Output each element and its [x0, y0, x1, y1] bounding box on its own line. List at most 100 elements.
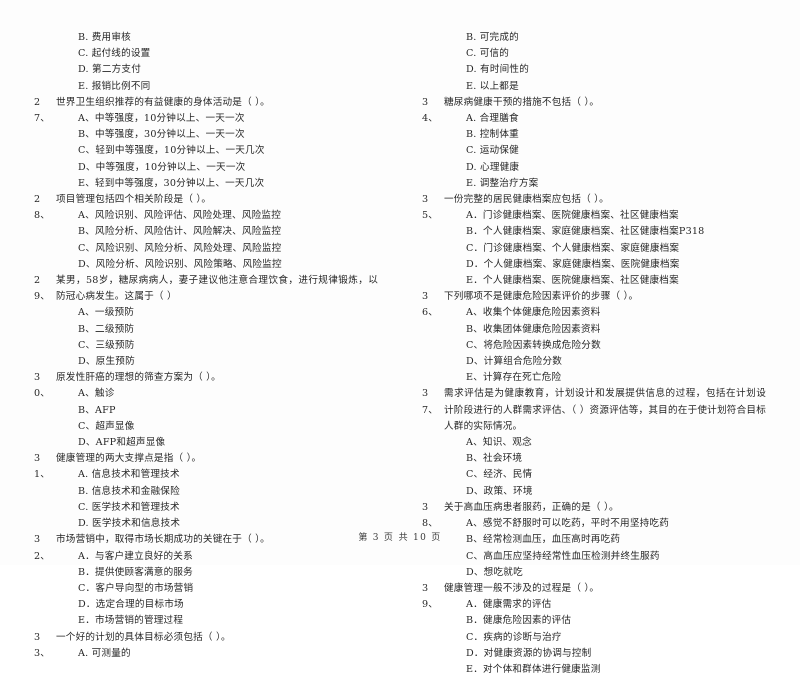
question-number: 39、 — [422, 582, 439, 611]
question-number: 35、 — [422, 194, 439, 222]
option-line: D、想吃就吃 — [466, 566, 523, 578]
option-line: C．疾病的诊断与治疗 — [466, 631, 562, 643]
option-line: C、超声显像 — [78, 420, 135, 432]
option-line: B. 控制体重 — [466, 129, 519, 141]
question-28: 28、 项目管理包括四个相关阶段是（ ）。 A、风险识别、风险评估、风险处理、风险… — [34, 192, 378, 273]
option-line: B. 可完成的 — [466, 32, 519, 43]
option-line: C．门诊健康档案、个人健康档案、家庭健康档案 — [466, 242, 680, 254]
question-text: 一个好的计划的具体目标必须包括（ ）。 — [56, 631, 231, 643]
option-line: C、经济、民情 — [466, 469, 533, 481]
question-number: 38、 — [422, 501, 439, 530]
option-line: B、社会环境 — [466, 453, 523, 465]
question-stem: 34、 糖尿病健康干预的措施不包括（ ）。 — [422, 95, 766, 124]
option-line: D. 第二方支付 — [78, 64, 142, 76]
option-line: C、风险识别、风险分析、风险处理、风险监控 — [78, 242, 282, 254]
option-line: C. 可信的 — [466, 48, 510, 60]
question-stem: 27、 世界卫生组织推荐的有益健康的身体活动是（ ）。 — [34, 95, 378, 124]
page-footer: 第3页 共 10 页 — [0, 530, 800, 543]
option-line: A．与客户建立良好的关系 — [78, 550, 193, 562]
question-31: 31、 健康管理的两大支撑点是指（ ）。 A. 信息技术和管理技术 B. 信息技术… — [34, 451, 378, 532]
question-29: 29、 某男，58岁，糖尿病病人，妻子建议他注意合理饮食，进行规律锻炼，以防冠心病… — [34, 273, 378, 370]
option-line: D、政策、环境 — [466, 485, 533, 497]
question-number: 30、 — [34, 372, 51, 400]
option-line: C. 起付线的设置 — [78, 48, 151, 60]
option-line: A. 信息技术和管理技术 — [78, 469, 180, 481]
question-number: 33、 — [34, 631, 51, 659]
question-36: 36、 下列哪项不是健康危险因素评价的步骤（ ）。 A、收集个体健康危险因素资料 … — [422, 289, 766, 386]
question-27: 27、 世界卫生组织推荐的有益健康的身体活动是（ ）。 A、中等强度，10分钟以上… — [34, 95, 378, 192]
footer-prefix: 第 — [358, 533, 369, 543]
question-35: 35、 一份完整的居民健康档案应包括（ ）。 A．门诊健康档案、医院健康档案、社区… — [422, 192, 766, 289]
option-line: B．个人健康档案、家庭健康档案、社区健康档案P318 — [466, 226, 705, 238]
option-line: B、中等强度，30分钟以上、一天一次 — [78, 129, 245, 141]
option-line: B. 信息技术和金融保险 — [78, 485, 180, 497]
option-line: A. 可测量的 — [78, 647, 131, 659]
option-line: A、风险识别、风险评估、风险处理、风险监控 — [78, 210, 282, 222]
right-continued-options: B. 可完成的 C. 可信的 D. 有时间性的 E. 以上都是 — [422, 30, 766, 95]
question-text: 下列哪项不是健康危险因素评价的步骤（ ）。 — [444, 291, 639, 303]
option-line: C、将危险因素转换成危险分数 — [466, 339, 601, 351]
question-stem: 33、 一个好的计划的具体目标必须包括（ ）。 — [34, 630, 378, 659]
right-column: B. 可完成的 C. 可信的 D. 有时间性的 E. 以上都是 34、 糖尿病健康… — [400, 30, 766, 675]
question-stem: 37、 需求评估是为健康教育，计划设计和发展提供信息的过程，包括在计划设计阶段进行… — [422, 386, 766, 435]
option-line: C. 运动保健 — [466, 145, 519, 157]
option-line: D. 有时间性的 — [466, 64, 530, 76]
option-line: A、收集个体健康危险因素资料 — [466, 307, 601, 319]
option-line: B、收集团体健康危险因素资料 — [466, 323, 601, 335]
option-line: C、高血压应坚持经常性血压检测并终生服药 — [466, 550, 660, 562]
option-line: D、风险分析、风险识别、风险策略、风险监控 — [78, 258, 282, 270]
question-34: 34、 糖尿病健康干预的措施不包括（ ）。 A. 合理膳食 B. 控制体重 C. … — [422, 95, 766, 192]
option-line: D、中等强度，10分钟以上、一天一次 — [78, 161, 246, 173]
option-line: E、轻到中等强度，30分钟以上、一天几次 — [78, 177, 265, 189]
option-line: C. 医学技术和管理技术 — [78, 501, 180, 513]
option-line: A．健康需求的评估 — [466, 599, 552, 611]
option-line: A、触诊 — [78, 388, 115, 400]
option-line: D．对健康资源的协调与控制 — [466, 647, 592, 659]
question-stem: 31、 健康管理的两大支撑点是指（ ）。 — [34, 451, 378, 480]
question-stem: 35、 一份完整的居民健康档案应包括（ ）。 — [422, 192, 766, 221]
question-stem: 29、 某男，58岁，糖尿病病人，妻子建议他注意合理饮食，进行规律锻炼，以防冠心病… — [34, 273, 378, 305]
footer-total-pages: 10 — [412, 533, 428, 543]
question-text: 原发性肝癌的理想的筛查方案为（ ）。 — [56, 372, 221, 384]
option-line: E．个人健康档案、医院健康档案、社区健康档案 — [466, 275, 679, 287]
option-line: D．个人健康档案、家庭健康档案、医院健康档案 — [466, 258, 680, 270]
question-text: 关于高血压病患者服药，正确的是（ ）。 — [444, 501, 619, 513]
question-text: 世界卫生组织推荐的有益健康的身体活动是（ ）。 — [56, 96, 270, 108]
footer-suffix: 页 — [431, 533, 442, 543]
option-line: B、二级预防 — [78, 323, 135, 335]
question-number: 37、 — [422, 388, 439, 416]
option-line: B、AFP — [78, 404, 116, 416]
footer-middle: 页 共 — [383, 533, 409, 543]
question-text: 健康管理一般不涉及的过程是（ ）。 — [444, 582, 600, 594]
question-stem: 38、 关于高血压病患者服药，正确的是（ ）。 — [422, 500, 766, 529]
question-37: 37、 需求评估是为健康教育，计划设计和发展提供信息的过程，包括在计划设计阶段进行… — [422, 386, 766, 499]
option-line: D、原生预防 — [78, 356, 135, 368]
question-stem: 28、 项目管理包括四个相关阶段是（ ）。 — [34, 192, 378, 221]
option-line: E. 报销比例不同 — [78, 80, 151, 92]
option-line: B. 费用审核 — [78, 32, 131, 43]
question-text: 健康管理的两大支撑点是指（ ）。 — [56, 453, 202, 465]
question-33: 33、 一个好的计划的具体目标必须包括（ ）。 A. 可测量的 — [34, 630, 378, 662]
question-number: 27、 — [34, 96, 51, 125]
question-number: 28、 — [34, 194, 51, 222]
exam-page: B. 费用审核 C. 起付线的设置 D. 第二方支付 E. 报销比例不同 27、… — [0, 0, 800, 675]
left-column: B. 费用审核 C. 起付线的设置 D. 第二方支付 E. 报销比例不同 27、… — [34, 30, 400, 659]
question-number: 29、 — [34, 275, 51, 303]
option-line: A. 合理膳食 — [466, 113, 519, 125]
option-line: E、计算存在死亡危险 — [466, 372, 562, 384]
question-stem: 30、 原发性肝癌的理想的筛查方案为（ ）。 — [34, 370, 378, 399]
question-stem: 36、 下列哪项不是健康危险因素评价的步骤（ ）。 — [422, 289, 766, 318]
question-stem: 39、 健康管理一般不涉及的过程是（ ）。 — [422, 581, 766, 610]
question-text: 糖尿病健康干预的措施不包括（ ）。 — [444, 96, 600, 108]
two-column-body: B. 费用审核 C. 起付线的设置 D. 第二方支付 E. 报销比例不同 27、… — [0, 0, 800, 675]
option-line: C．客户导向型的市场营销 — [78, 582, 194, 594]
question-30: 30、 原发性肝癌的理想的筛查方案为（ ）。 A、触诊 B、AFP C、超声显像 … — [34, 370, 378, 451]
option-line: E．对个体和群体进行健康监测 — [466, 663, 601, 675]
question-text: 某男，58岁，糖尿病病人，妻子建议他注意合理饮食，进行规律锻炼，以防冠心病发生。… — [56, 275, 378, 303]
option-line: D、计算组合危险分数 — [466, 356, 563, 368]
option-line: A、中等强度，10分钟以上、一天一次 — [78, 113, 245, 125]
question-32: 32、 市场营销中，取得市场长期成功的关键在于（ ）。 A．与客户建立良好的关系 … — [34, 532, 378, 629]
option-line: B．提供使顾客满意的服务 — [78, 566, 193, 578]
option-line: B．健康危险因素的评估 — [466, 615, 572, 627]
option-line: A、一级预防 — [78, 307, 135, 319]
